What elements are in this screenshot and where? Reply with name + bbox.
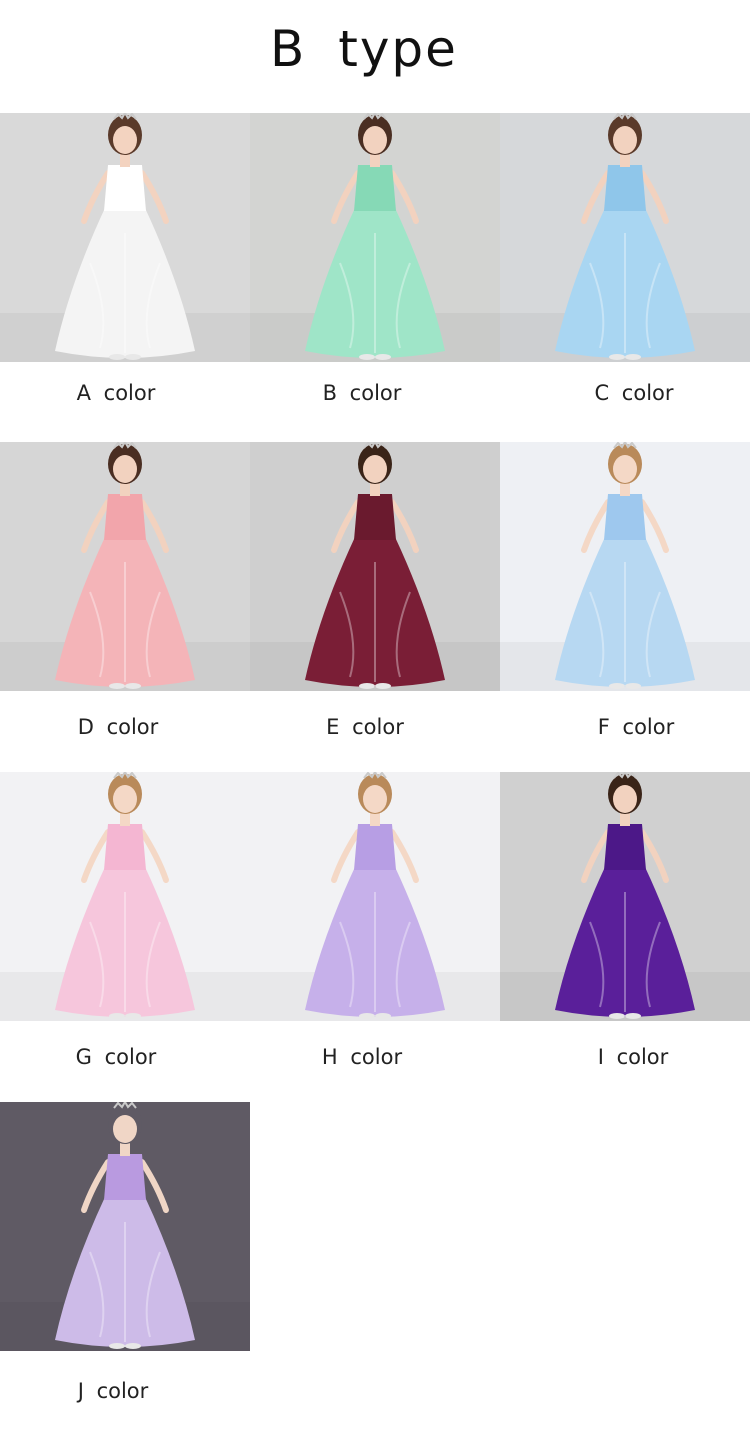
shoe (359, 354, 375, 360)
shoe (609, 354, 625, 360)
shoe (375, 1013, 391, 1019)
face (363, 785, 387, 813)
bodice (604, 824, 646, 870)
dress-illustration (500, 113, 750, 362)
color-caption-e: E color (326, 715, 404, 739)
face (613, 785, 637, 813)
face (613, 455, 637, 483)
shoe (625, 354, 641, 360)
dress-image-g[interactable] (0, 772, 250, 1021)
shoe (609, 1013, 625, 1019)
color-caption-f: F color (597, 715, 675, 739)
shoe (125, 1343, 141, 1349)
dress-illustration (0, 1102, 250, 1351)
dress-image-a[interactable] (0, 113, 250, 362)
dress-image-h[interactable] (250, 772, 500, 1021)
color-caption-h: H color (321, 1045, 403, 1069)
face (113, 126, 137, 154)
shoe (109, 683, 125, 689)
color-caption-g: G color (75, 1045, 157, 1069)
face (363, 126, 387, 154)
bodice (604, 165, 646, 211)
shoe (375, 683, 391, 689)
dress-illustration (0, 772, 250, 1021)
shoe (125, 354, 141, 360)
bodice (104, 165, 146, 211)
color-caption-j: J color (77, 1379, 149, 1403)
shoe (109, 354, 125, 360)
dress-image-i[interactable] (500, 772, 750, 1021)
shoe (109, 1013, 125, 1019)
shoe (125, 683, 141, 689)
face (113, 1115, 137, 1143)
dress-illustration (500, 772, 750, 1021)
color-caption-d: D color (77, 715, 159, 739)
bodice (104, 824, 146, 870)
dress-illustration (0, 113, 250, 362)
shoe (625, 1013, 641, 1019)
color-caption-c: C color (594, 381, 674, 405)
shoe (625, 683, 641, 689)
dress-image-b[interactable] (250, 113, 500, 362)
dress-illustration (250, 113, 500, 362)
color-caption-a: A color (76, 381, 156, 405)
shoe (375, 354, 391, 360)
shoe (125, 1013, 141, 1019)
dress-image-f[interactable] (500, 442, 750, 691)
shoe (359, 1013, 375, 1019)
page-title: B type (270, 20, 458, 78)
dress-image-e[interactable] (250, 442, 500, 691)
dress-illustration (250, 442, 500, 691)
dress-image-j[interactable] (0, 1102, 250, 1351)
bodice (604, 494, 646, 540)
bodice (104, 494, 146, 540)
bodice (354, 165, 396, 211)
color-caption-i: I color (597, 1045, 669, 1069)
dress-image-d[interactable] (0, 442, 250, 691)
face (363, 455, 387, 483)
dress-image-c[interactable] (500, 113, 750, 362)
dress-illustration (500, 442, 750, 691)
bodice (354, 824, 396, 870)
bodice (104, 1154, 146, 1200)
shoe (359, 683, 375, 689)
face (113, 785, 137, 813)
face (613, 126, 637, 154)
face (113, 455, 137, 483)
shoe (609, 683, 625, 689)
color-caption-b: B color (322, 381, 402, 405)
bodice (354, 494, 396, 540)
dress-illustration (250, 772, 500, 1021)
dress-illustration (0, 442, 250, 691)
shoe (109, 1343, 125, 1349)
